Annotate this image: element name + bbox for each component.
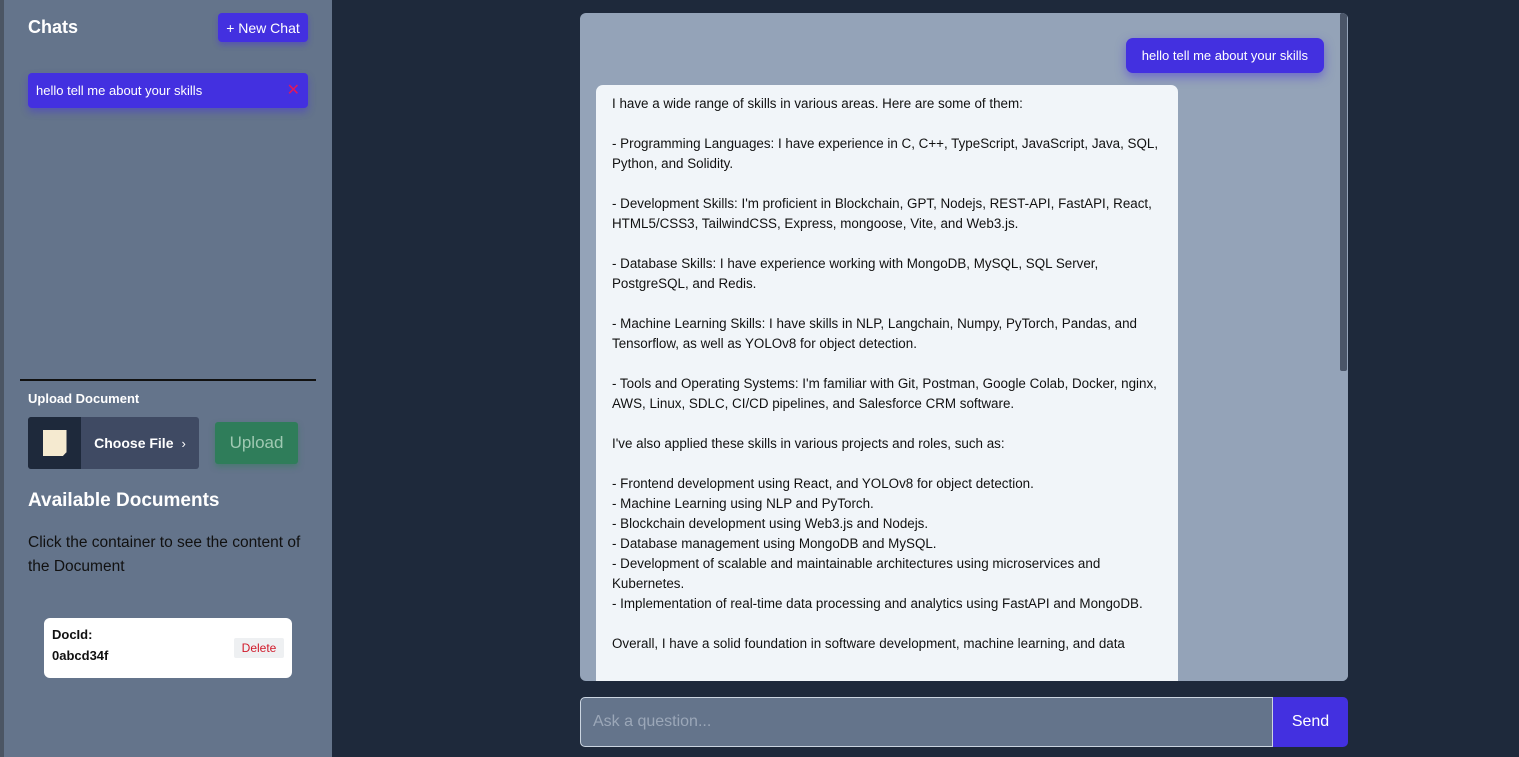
chat-panel[interactable]: hello tell me about your skills I have a… — [580, 13, 1348, 681]
file-icon-box — [28, 417, 81, 469]
assistant-message: I have a wide range of skills in various… — [596, 85, 1178, 681]
chat-scrollbar-thumb[interactable] — [1340, 13, 1347, 371]
upload-heading: Upload Document — [28, 391, 140, 406]
sidebar-divider — [20, 379, 316, 381]
file-icon — [42, 430, 67, 456]
available-documents-heading: Available Documents — [28, 490, 220, 511]
chevron-right-icon: › — [181, 435, 186, 451]
question-input[interactable] — [580, 697, 1273, 747]
file-picker[interactable]: Choose File › — [28, 417, 199, 469]
close-icon[interactable]: ✕ — [287, 82, 300, 99]
available-documents-description: Click the container to see the content o… — [28, 534, 301, 575]
sidebar-title: Chats — [28, 17, 79, 37]
upload-button[interactable]: Upload — [215, 422, 298, 464]
chat-list-item[interactable]: hello tell me about your skills ✕ — [28, 73, 308, 108]
sidebar: Chats + New Chat hello tell me about you… — [0, 0, 332, 757]
delete-document-button[interactable]: Delete — [234, 638, 284, 658]
choose-file-button[interactable]: Choose File › — [81, 417, 199, 469]
new-chat-button[interactable]: + New Chat — [218, 13, 308, 42]
chat-scrollbar[interactable] — [1340, 13, 1348, 681]
user-message: hello tell me about your skills — [1125, 38, 1324, 73]
document-card[interactable]: DocId: 0abcd34f Delete — [44, 618, 292, 678]
send-button[interactable]: Send — [1273, 697, 1348, 747]
choose-file-label: Choose File — [94, 435, 174, 451]
chat-item-label: hello tell me about your skills — [36, 83, 203, 98]
